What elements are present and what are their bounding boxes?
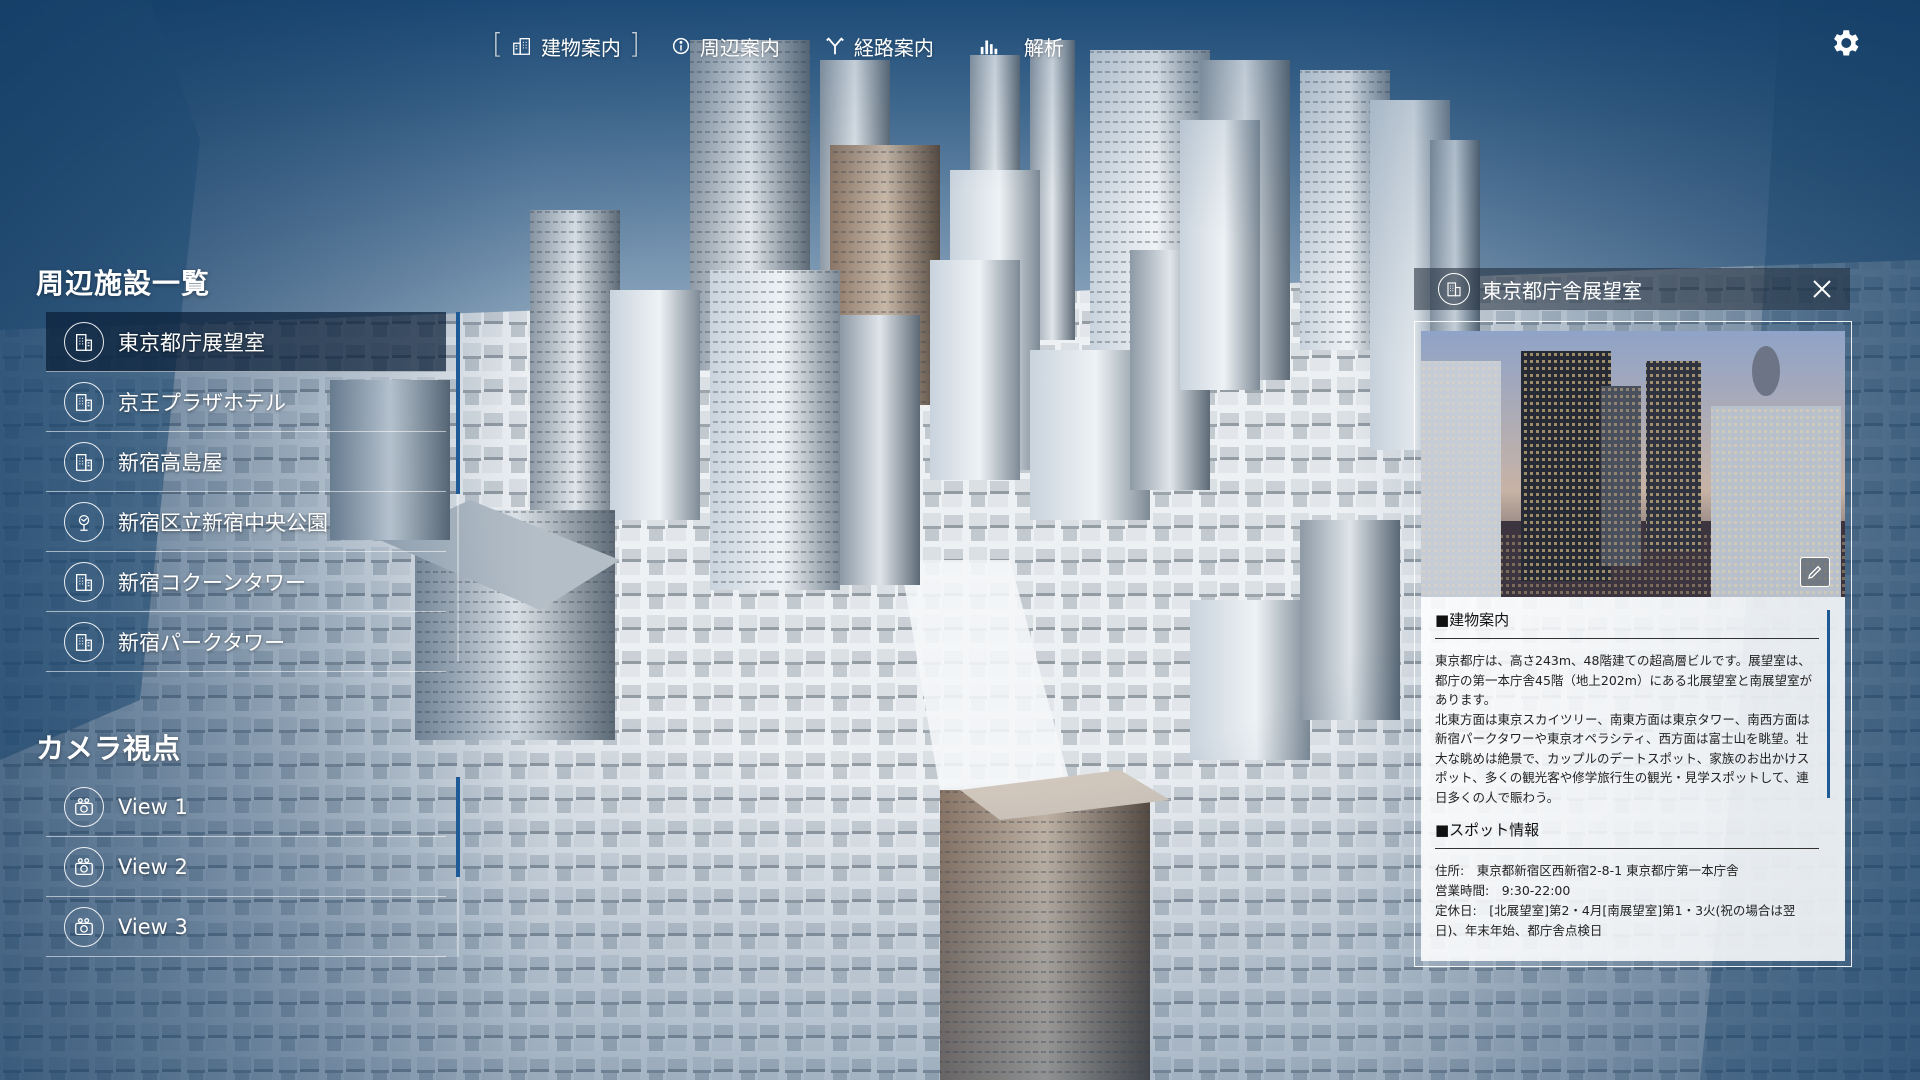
building-icon bbox=[1438, 273, 1470, 305]
detail-title: 東京都庁舎展望室 bbox=[1482, 278, 1642, 303]
top-navigation: [ 建物案内 ] 周辺案内 経路案内 解析 bbox=[492, 28, 1064, 64]
detail-header: 東京都庁舎展望室 bbox=[1414, 268, 1850, 310]
closed-days-text: 定休日: [北展望室]第2・4月[南展望室]第1・3火(祝の場合は翌日)、年末年… bbox=[1435, 903, 1796, 938]
facility-label: 新宿高島屋 bbox=[118, 450, 223, 475]
camera-icon bbox=[64, 906, 104, 947]
nav-bracket-left: [ bbox=[492, 27, 503, 60]
camera-title: カメラ視点 bbox=[36, 732, 182, 765]
facilities-scrollbar[interactable] bbox=[456, 312, 460, 662]
facility-item-takashimaya[interactable]: 新宿高島屋 bbox=[46, 432, 446, 492]
detail-body[interactable]: ■建物案内 東京都庁は、高さ243m、48階建ての超高層ビルです。展望室は、都庁… bbox=[1421, 597, 1845, 961]
gear-icon[interactable] bbox=[1828, 26, 1862, 60]
facility-item-central-park[interactable]: 新宿区立新宿中央公園 bbox=[46, 492, 446, 552]
facility-label: 新宿パークタワー bbox=[118, 630, 286, 655]
camera-icon bbox=[64, 786, 104, 827]
nav-label: 経路案内 bbox=[853, 35, 934, 60]
camera-scroll-thumb[interactable] bbox=[456, 777, 460, 877]
nav-label: 解析 bbox=[1023, 35, 1064, 60]
building-guide-text: 東京都庁は、高さ243m、48階建ての超高層ビルです。展望室は、都庁の第一本庁舎… bbox=[1435, 653, 1812, 805]
facility-label: 新宿コクーンタワー bbox=[118, 570, 306, 595]
spot-info-heading: ■スポット情報 bbox=[1435, 819, 1819, 849]
camera-view-label: View 3 bbox=[118, 914, 188, 939]
nav-bracket-right: ] bbox=[628, 27, 640, 60]
analysis-icon bbox=[980, 40, 998, 55]
facility-label: 京王プラザホテル bbox=[118, 390, 286, 415]
facility-item-cocoon-tower[interactable]: 新宿コクーンタワー bbox=[46, 552, 446, 612]
camera-view-2[interactable]: View 2 bbox=[46, 837, 446, 897]
camera-list: View 1 View 2 View 3 bbox=[46, 777, 446, 957]
nav-route-guide[interactable]: 経路案内 bbox=[824, 32, 934, 61]
nav-label: 周辺案内 bbox=[699, 35, 780, 60]
edit-button[interactable] bbox=[1800, 557, 1830, 587]
facility-label: 東京都庁展望室 bbox=[118, 330, 265, 355]
building-icon bbox=[64, 441, 104, 482]
facility-label: 新宿区立新宿中央公園 bbox=[118, 510, 328, 535]
pencil-icon bbox=[1808, 565, 1822, 579]
address-text: 住所: 東京都新宿区西新宿2-8-1 東京都庁第一本庁舎 bbox=[1435, 863, 1739, 878]
camera-scrollbar[interactable] bbox=[456, 777, 460, 957]
facility-item-park-tower[interactable]: 新宿パークタワー bbox=[46, 612, 446, 672]
info-icon bbox=[672, 37, 689, 55]
hours-text: 営業時間: 9:30-22:00 bbox=[1435, 883, 1571, 898]
facilities-title: 周辺施設一覧 bbox=[36, 267, 211, 300]
building-icon bbox=[64, 561, 104, 602]
observatory-photo bbox=[1421, 331, 1845, 597]
nav-analysis[interactable]: 解析 bbox=[978, 32, 1064, 61]
facility-item-tocho-observatory[interactable]: 東京都庁展望室 bbox=[46, 312, 446, 372]
nav-label: 建物案内 bbox=[540, 35, 621, 60]
camera-view-label: View 1 bbox=[118, 794, 188, 819]
park-icon bbox=[64, 501, 104, 542]
camera-view-label: View 2 bbox=[118, 854, 188, 879]
facilities-list: 東京都庁展望室 京王プラザホテル 新宿高島屋 新宿区立新宿中央公園 新宿コクーン… bbox=[46, 312, 446, 672]
facilities-scroll-thumb[interactable] bbox=[456, 312, 460, 494]
camera-icon bbox=[64, 846, 104, 887]
camera-view-1[interactable]: View 1 bbox=[46, 777, 446, 837]
camera-view-3[interactable]: View 3 bbox=[46, 897, 446, 957]
close-icon[interactable] bbox=[1810, 277, 1834, 301]
nav-building-guide[interactable]: [ 建物案内 ] bbox=[492, 27, 640, 61]
building-icon bbox=[513, 38, 530, 55]
route-icon bbox=[825, 37, 844, 55]
detail-scroll-thumb[interactable] bbox=[1827, 610, 1830, 798]
building-icon bbox=[64, 621, 104, 662]
building-guide-heading: ■建物案内 bbox=[1435, 609, 1819, 639]
building-icon bbox=[64, 321, 104, 362]
nav-surrounding-guide[interactable]: 周辺案内 bbox=[670, 32, 780, 61]
facility-item-keio-plaza[interactable]: 京王プラザホテル bbox=[46, 372, 446, 432]
building-icon bbox=[64, 381, 104, 422]
